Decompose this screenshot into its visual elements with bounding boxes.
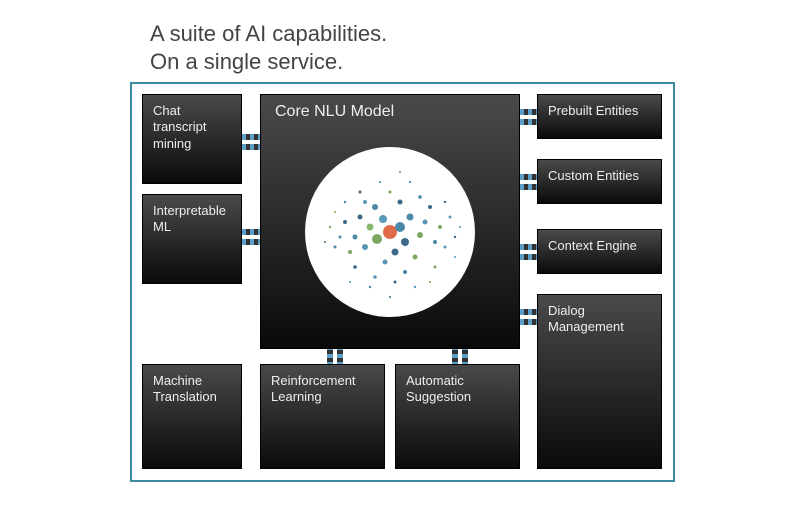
architecture-panel: Chat transcript mining Interpretable ML … xyxy=(130,82,675,482)
tile-custom-entities: Custom Entities xyxy=(537,159,662,204)
tile-chat-mining: Chat transcript mining xyxy=(142,94,242,184)
cluster-visualization-icon xyxy=(305,147,475,317)
tile-label: Dialog Management xyxy=(548,303,624,334)
tile-machine-translation: Machine Translation xyxy=(142,364,242,469)
heading-line-1: A suite of AI capabilities. xyxy=(150,20,387,48)
tile-label: Context Engine xyxy=(548,238,637,253)
tile-interpretable-ml: Interpretable ML xyxy=(142,194,242,284)
tile-prebuilt-entities: Prebuilt Entities xyxy=(537,94,662,139)
connector xyxy=(452,346,458,366)
tile-label: Prebuilt Entities xyxy=(548,103,638,118)
tile-label: Machine Translation xyxy=(153,373,217,404)
page-heading: A suite of AI capabilities. On a single … xyxy=(150,20,387,75)
tile-label: Custom Entities xyxy=(548,168,639,183)
tile-reinforcement-learning: Reinforcement Learning xyxy=(260,364,385,469)
tile-dialog-management: Dialog Management xyxy=(537,294,662,469)
tile-label: Interpretable ML xyxy=(153,203,226,234)
tile-context-engine: Context Engine xyxy=(537,229,662,274)
connector xyxy=(337,346,343,366)
connector xyxy=(327,346,333,366)
connector xyxy=(242,134,262,140)
tile-label: Chat transcript mining xyxy=(153,103,206,151)
tile-automatic-suggestion: Automatic Suggestion xyxy=(395,364,520,469)
tile-label: Automatic Suggestion xyxy=(406,373,471,404)
connector xyxy=(242,239,262,245)
tile-core-nlu: Core NLU Model xyxy=(260,94,520,349)
core-title: Core NLU Model xyxy=(275,103,394,121)
heading-line-2: On a single service. xyxy=(150,48,387,76)
connector xyxy=(462,346,468,366)
connector xyxy=(242,144,262,150)
tile-label: Reinforcement Learning xyxy=(271,373,356,404)
connector xyxy=(242,229,262,235)
